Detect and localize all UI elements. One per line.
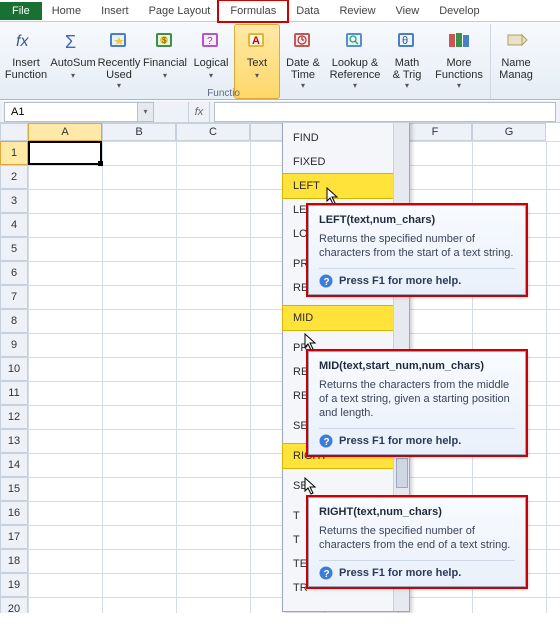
row-header[interactable]: 14 — [0, 453, 28, 477]
svg-text:$: $ — [162, 36, 167, 45]
tooltip-left: LEFT(text,num_chars) Returns the specifi… — [308, 205, 526, 295]
row-header[interactable]: 20 — [0, 597, 28, 613]
tab-view[interactable]: View — [386, 2, 430, 20]
column-header[interactable]: A — [28, 123, 102, 141]
menu-item-left[interactable]: LEFT — [283, 174, 393, 198]
row-header[interactable]: 7 — [0, 285, 28, 309]
tab-file[interactable]: File — [0, 2, 42, 20]
tooltip-help: ? Press F1 for more help. — [319, 560, 515, 580]
tab-data[interactable]: Data — [286, 2, 329, 20]
tooltip-help: ? Press F1 for more help. — [319, 268, 515, 288]
column-headers: A B C F G — [0, 123, 560, 141]
scrollbar-thumb[interactable] — [396, 458, 408, 488]
row-header[interactable]: 16 — [0, 501, 28, 525]
row-header[interactable]: 1 — [0, 141, 28, 165]
book-clock-icon — [289, 27, 317, 55]
sigma-icon: Σ — [59, 27, 87, 55]
column-header[interactable]: B — [102, 123, 176, 141]
row-header[interactable]: 17 — [0, 525, 28, 549]
tag-icon — [502, 27, 530, 55]
svg-text:?: ? — [324, 437, 330, 448]
book-question-icon: ? — [197, 27, 225, 55]
menu-item-se[interactable]: SE — [283, 474, 393, 498]
row-header[interactable]: 8 — [0, 309, 28, 333]
chevron-down-icon[interactable]: ▾ — [137, 103, 153, 121]
formula-input[interactable] — [214, 102, 556, 122]
menu-item-fixed[interactable]: FIXED — [283, 150, 393, 174]
menu-item-find[interactable]: FIND — [283, 126, 393, 150]
svg-text:?: ? — [324, 569, 330, 580]
fx-icon[interactable]: fx — [188, 102, 210, 122]
row-header[interactable]: 15 — [0, 477, 28, 501]
tooltip-body: Returns the specified number of characte… — [319, 524, 515, 552]
menu-item-mid[interactable]: MID — [283, 306, 393, 330]
row-header[interactable]: 18 — [0, 549, 28, 573]
row-header[interactable]: 5 — [0, 237, 28, 261]
row-headers: 123456789101112131415161718192021 — [0, 141, 28, 613]
tab-page-layout[interactable]: Page Layout — [139, 2, 221, 20]
book-star-icon — [105, 27, 133, 55]
tab-developer[interactable]: Develop — [429, 2, 489, 20]
svg-text:θ: θ — [402, 35, 408, 47]
book-a-icon: A — [243, 27, 271, 55]
row-header[interactable]: 12 — [0, 405, 28, 429]
tab-home[interactable]: Home — [42, 2, 91, 20]
select-all-triangle[interactable] — [0, 123, 28, 141]
svg-text:fx: fx — [16, 33, 29, 50]
row-header[interactable]: 3 — [0, 189, 28, 213]
help-icon: ? — [319, 274, 333, 288]
help-icon: ? — [319, 434, 333, 448]
name-box[interactable]: A1 ▾ — [4, 102, 154, 122]
tooltip-title: RIGHT(text,num_chars) — [319, 506, 515, 518]
books-icon — [445, 27, 473, 55]
tab-formulas[interactable]: Formulas — [220, 2, 286, 20]
tooltip-right: RIGHT(text,num_chars) Returns the specif… — [308, 497, 526, 587]
formula-bar: A1 ▾ fx — [0, 101, 560, 123]
row-header[interactable]: 6 — [0, 261, 28, 285]
tooltip-title: LEFT(text,num_chars) — [319, 214, 515, 226]
worksheet: A B C F G 123456789101112131415161718192… — [0, 123, 560, 613]
tooltip-help: ? Press F1 for more help. — [319, 428, 515, 448]
column-header[interactable]: C — [176, 123, 250, 141]
tooltip-title: MID(text,start_num,num_chars) — [319, 360, 515, 372]
row-header[interactable]: 4 — [0, 213, 28, 237]
svg-text:Σ: Σ — [65, 32, 76, 52]
tooltip-body: Returns the specified number of characte… — [319, 232, 515, 260]
book-money-icon: $ — [151, 27, 179, 55]
row-header[interactable]: 9 — [0, 333, 28, 357]
active-cell[interactable] — [28, 141, 102, 165]
row-header[interactable]: 13 — [0, 429, 28, 453]
row-header[interactable]: 11 — [0, 381, 28, 405]
fx-icon: fx — [12, 27, 40, 55]
book-theta-icon: θ — [393, 27, 421, 55]
svg-text:?: ? — [207, 36, 213, 47]
tab-review[interactable]: Review — [329, 2, 385, 20]
tooltip-body: Returns the characters from the middle o… — [319, 378, 515, 420]
ribbon: fx Insert Function Σ AutoSum▾ Recently U… — [0, 22, 560, 101]
fill-handle[interactable] — [98, 161, 103, 166]
row-header[interactable]: 19 — [0, 573, 28, 597]
tab-insert[interactable]: Insert — [91, 2, 139, 20]
ribbon-group-label: Functio — [0, 86, 560, 101]
book-search-icon — [341, 27, 369, 55]
tooltip-mid: MID(text,start_num,num_chars) Returns th… — [308, 351, 526, 455]
svg-text:?: ? — [324, 277, 330, 288]
row-header[interactable]: 10 — [0, 357, 28, 381]
row-header[interactable]: 2 — [0, 165, 28, 189]
column-header[interactable]: G — [472, 123, 546, 141]
help-icon: ? — [319, 566, 333, 580]
svg-text:A: A — [252, 35, 260, 47]
ribbon-tabs: File Home Insert Page Layout Formulas Da… — [0, 0, 560, 22]
